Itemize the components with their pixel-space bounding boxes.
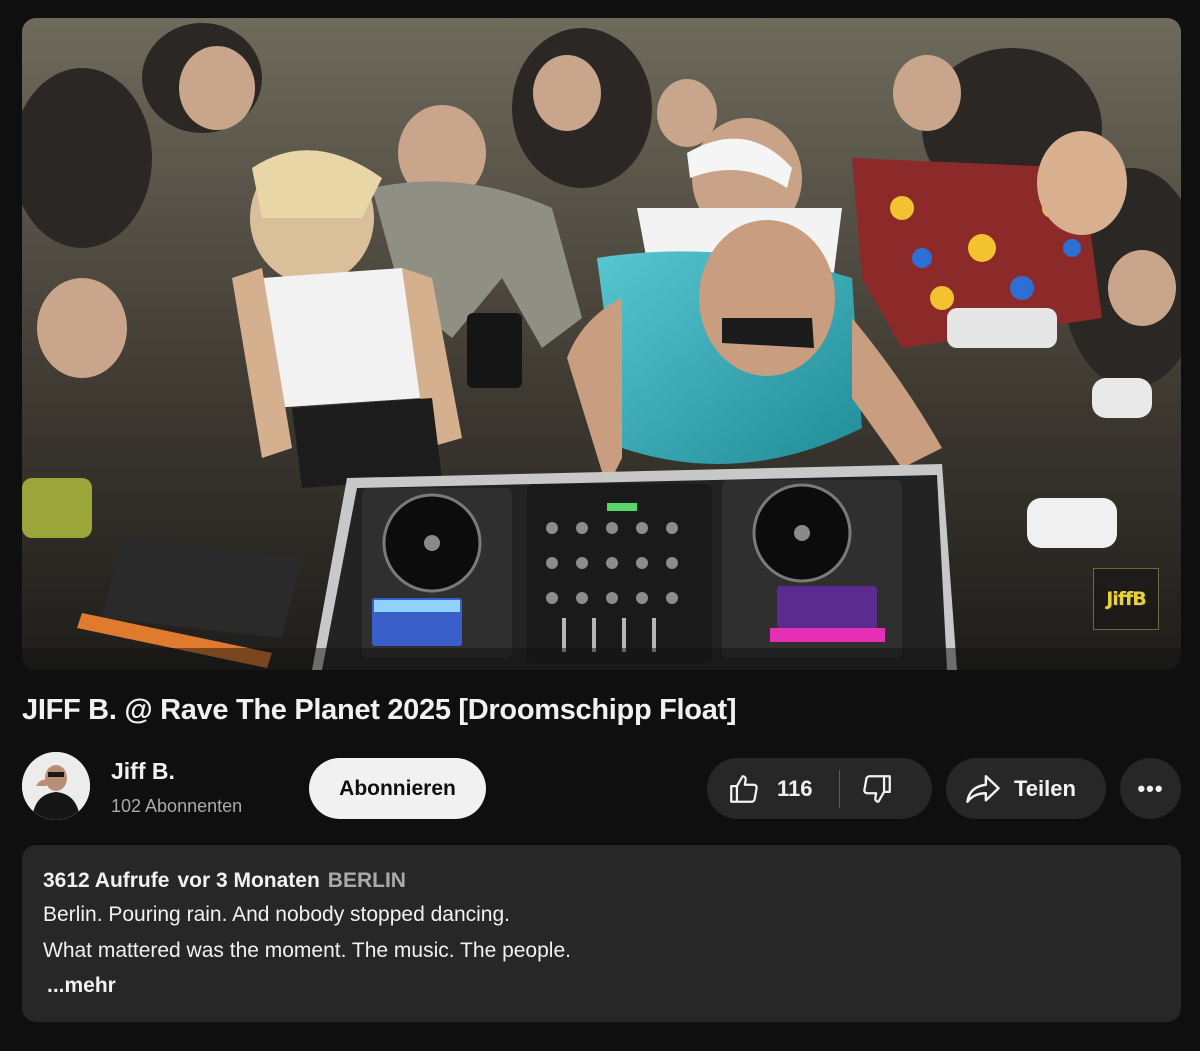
like-dislike-group: 116 xyxy=(707,758,932,819)
share-button[interactable]: Teilen xyxy=(946,758,1106,819)
watch-page: JiffB JIFF B. @ Rave The Planet 2025 [Dr… xyxy=(0,0,1200,1051)
description-line: Berlin. Pouring rain. And nobody stopped… xyxy=(43,903,510,926)
view-count: 3612 Aufrufe xyxy=(43,869,170,892)
dislike-button[interactable] xyxy=(840,758,894,819)
channel-watermark: JiffB xyxy=(1093,568,1159,630)
share-arrow-icon xyxy=(966,774,1000,803)
location-tag[interactable]: BERLIN xyxy=(328,869,406,892)
upload-date: vor 3 Monaten xyxy=(177,869,320,892)
subscribe-button[interactable]: Abonnieren xyxy=(309,758,486,819)
share-label: Teilen xyxy=(1014,775,1076,801)
like-count: 116 xyxy=(777,775,813,801)
description-line: What mattered was the moment. The music.… xyxy=(43,939,571,962)
channel-name[interactable]: Jiff B. xyxy=(111,758,175,785)
description-box[interactable]: 3612 Aufrufe vor 3 Monaten BERLIN Berlin. … xyxy=(22,845,1181,1022)
video-frame xyxy=(22,18,1181,670)
like-button[interactable]: 116 xyxy=(707,758,839,819)
show-more-link[interactable]: ...mehr xyxy=(43,974,1160,998)
more-dots-icon: ••• xyxy=(1137,775,1164,801)
thumbs-down-icon xyxy=(862,774,891,803)
more-actions-button[interactable]: ••• xyxy=(1120,758,1181,819)
video-player[interactable]: JiffB xyxy=(22,18,1181,670)
subscriber-count: 102 Abonnenten xyxy=(111,796,243,816)
video-title: JIFF B. @ Rave The Planet 2025 [Droomsch… xyxy=(22,694,737,726)
thumbs-up-icon xyxy=(730,774,758,803)
channel-avatar[interactable] xyxy=(22,752,90,820)
video-meta: 3612 Aufrufe vor 3 Monaten BERLIN xyxy=(43,869,1160,893)
